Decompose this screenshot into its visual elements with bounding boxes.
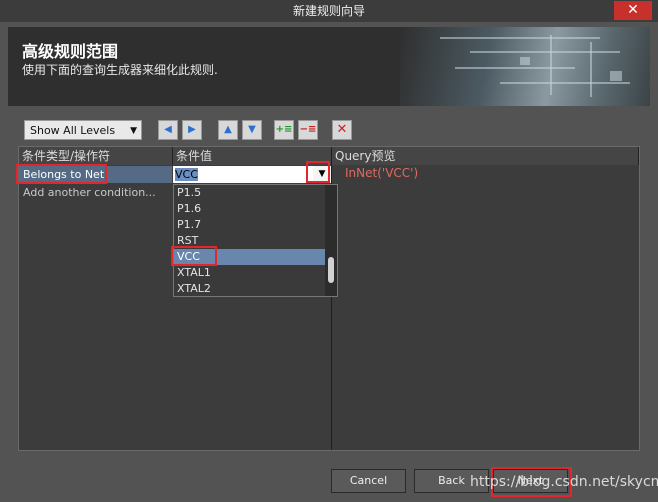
arrow-right-icon: ▶	[188, 124, 196, 135]
arrow-down-icon: ▼	[248, 124, 256, 135]
move-down-button[interactable]: ▼	[242, 120, 262, 140]
arrow-left-icon: ◀	[164, 124, 172, 135]
show-levels-dropdown[interactable]: Show All Levels ▼	[24, 120, 142, 140]
value-dropdown-list[interactable]: P1.5 P1.6 P1.7 RST VCC XTAL1 XTAL2	[173, 184, 338, 297]
chevron-down-icon: ▼	[130, 126, 137, 136]
wizard-banner: 高级规则范围 使用下面的查询生成器来细化此规则.	[8, 27, 650, 106]
banner-subtitle: 使用下面的查询生成器来细化此规则.	[22, 63, 218, 77]
move-right-button[interactable]: ▶	[182, 120, 202, 140]
annotation-box-vcc	[171, 246, 217, 266]
banner-pcb-image	[400, 27, 650, 106]
window-title: 新建规则向导	[292, 4, 365, 18]
cancel-button[interactable]: Cancel	[331, 469, 406, 493]
dropdown-item[interactable]: P1.6	[174, 201, 325, 217]
banner-title: 高级规则范围	[22, 42, 119, 61]
dropdown-item[interactable]: XTAL2	[174, 281, 325, 297]
move-left-button[interactable]: ◀	[158, 120, 178, 140]
arrow-up-icon: ▲	[224, 124, 232, 135]
column-header-query-preview: Query预览	[332, 147, 639, 165]
query-preview-text: InNet('VCC')	[345, 166, 419, 180]
dropdown-scrollbar[interactable]	[325, 185, 337, 296]
dropdown-item[interactable]: P1.5	[174, 185, 325, 201]
show-levels-value: Show All Levels	[30, 124, 116, 137]
dropdown-item[interactable]: XTAL1	[174, 265, 325, 281]
annotation-box-condition-type	[16, 164, 107, 184]
column-header-condition-type: 条件类型/操作符	[19, 147, 173, 165]
delete-x-icon: ✕	[336, 122, 348, 137]
annotation-box-dropdown-button	[306, 161, 330, 183]
remove-row-icon: −≡	[299, 124, 317, 135]
close-button[interactable]: ✕	[614, 1, 652, 20]
add-condition-button[interactable]: +≡	[274, 120, 294, 140]
dropdown-item[interactable]: P1.7	[174, 217, 325, 233]
add-row-icon: +≡	[275, 124, 293, 135]
condition-value-text[interactable]: VCC	[175, 168, 198, 181]
delete-button[interactable]: ✕	[332, 120, 352, 140]
window-titlebar: 新建规则向导 ✕	[0, 0, 658, 22]
scrollbar-thumb[interactable]	[328, 257, 334, 283]
move-up-button[interactable]: ▲	[218, 120, 238, 140]
add-another-condition-link[interactable]: Add another condition...	[23, 186, 156, 199]
watermark-text: https://blog.csdn.net/skycmq	[470, 474, 658, 490]
remove-condition-button[interactable]: −≡	[298, 120, 318, 140]
query-builder-panel: 条件类型/操作符 条件值 Query预览 Belongs to Net Add …	[18, 146, 640, 451]
